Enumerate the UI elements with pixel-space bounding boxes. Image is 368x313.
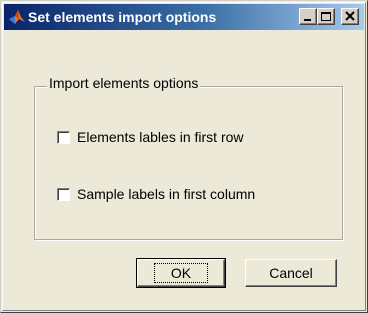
maximize-button[interactable] xyxy=(317,8,335,25)
minimize-button[interactable] xyxy=(299,8,317,25)
elements-labels-label[interactable]: Elements lables in first row xyxy=(77,129,244,145)
elements-labels-checkbox-row[interactable]: Elements lables in first row xyxy=(57,129,244,145)
sample-labels-checkbox[interactable] xyxy=(57,187,70,201)
groupbox-label: Import elements options xyxy=(47,75,201,91)
elements-labels-checkbox[interactable] xyxy=(57,130,70,144)
cancel-button[interactable]: Cancel xyxy=(245,259,337,287)
window-title: Set elements import options xyxy=(28,9,217,25)
title-bar[interactable]: Set elements import options xyxy=(4,4,364,30)
cancel-button-label: Cancel xyxy=(269,265,313,281)
dialog-window: Set elements import options Import eleme… xyxy=(0,0,368,313)
sample-labels-checkbox-row[interactable]: Sample labels in first column xyxy=(57,186,255,202)
matlab-icon xyxy=(8,8,26,26)
import-options-groupbox xyxy=(34,86,343,240)
ok-button[interactable]: OK xyxy=(136,258,226,288)
maximize-icon xyxy=(321,12,331,21)
minimize-icon xyxy=(304,19,311,21)
close-icon xyxy=(345,11,355,21)
ok-button-label: OK xyxy=(153,263,209,283)
close-button[interactable] xyxy=(341,8,359,25)
sample-labels-label[interactable]: Sample labels in first column xyxy=(77,186,255,202)
